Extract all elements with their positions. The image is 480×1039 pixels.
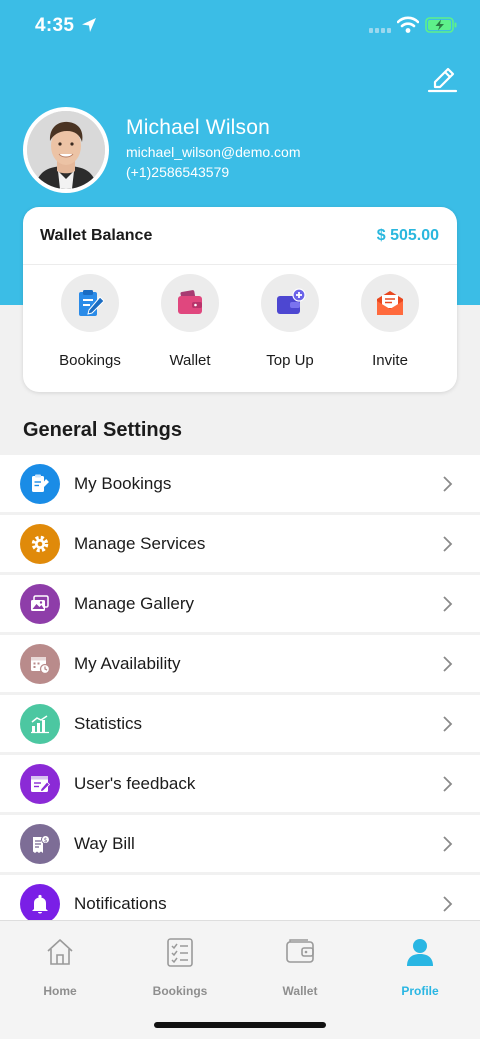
- quick-action-label: Bookings: [59, 352, 121, 369]
- settings-item-label: Manage Services: [74, 534, 206, 553]
- quick-action-label: Wallet: [169, 352, 211, 369]
- wallet-balance-label: Wallet Balance: [40, 227, 153, 244]
- quick-action-wallet-icon-bg: [161, 274, 219, 332]
- person-icon: [407, 939, 433, 966]
- tab-wallet[interactable]: Wallet: [240, 921, 360, 1009]
- wallet-icon: [178, 290, 202, 314]
- divider: [23, 264, 457, 265]
- settings-item-my-availability[interactable]: My Availability: [0, 635, 480, 692]
- settings-item-label: Notifications: [74, 894, 167, 913]
- edit-profile-button[interactable]: [426, 60, 458, 94]
- settings-item-label: Way Bill: [74, 834, 135, 853]
- settings-item-label: User's feedback: [74, 774, 196, 793]
- tab-profile[interactable]: Profile: [360, 921, 480, 1009]
- chevron-right-icon: [443, 536, 453, 552]
- wifi-icon: [397, 16, 419, 33]
- quick-action-wallet[interactable]: Wallet: [140, 274, 240, 382]
- settings-item-statistics[interactable]: Statistics: [0, 695, 480, 752]
- settings-item-label: Statistics: [74, 714, 143, 733]
- card-add-icon: [277, 288, 306, 314]
- envelope-icon: [377, 291, 403, 315]
- home-indicator: [154, 1022, 326, 1028]
- settings-item-users-feedback[interactable]: User's feedback: [0, 755, 480, 812]
- quick-action-invite-icon-bg: [361, 274, 419, 332]
- wallet-balance-amount: $ 505.00: [376, 227, 439, 244]
- quick-action-bookings[interactable]: Bookings: [40, 274, 140, 382]
- chevron-right-icon: [443, 476, 453, 492]
- status-time: 4:35: [35, 15, 75, 36]
- feedback-icon: [20, 764, 60, 804]
- quick-action-top-up-icon-bg: [261, 274, 319, 332]
- chevron-right-icon: [443, 836, 453, 852]
- section-title: General Settings: [23, 419, 182, 441]
- location-arrow-icon: [82, 18, 96, 32]
- settings-item-label: My Bookings: [74, 474, 172, 493]
- chevron-right-icon: [443, 896, 453, 912]
- tab-label: Home: [43, 984, 77, 998]
- gallery-icon: [20, 584, 60, 624]
- settings-item-my-bookings[interactable]: My Bookings: [0, 455, 480, 512]
- settings-item-label: Manage Gallery: [74, 594, 195, 613]
- profile-name: Michael Wilson: [126, 116, 271, 139]
- tab-label: Profile: [401, 984, 439, 998]
- settings-item-manage-gallery[interactable]: Manage Gallery: [0, 575, 480, 632]
- profile-phone: (+1)2586543579: [126, 164, 230, 180]
- settings-item-label: My Availability: [74, 654, 181, 673]
- clipboard-pen-icon: [20, 464, 60, 504]
- chevron-right-icon: [443, 596, 453, 612]
- status-bar: 4:35: [0, 0, 480, 54]
- settings-item-manage-services[interactable]: Manage Services: [0, 515, 480, 572]
- quick-action-label: Top Up: [266, 352, 314, 369]
- profile-email: michael_wilson@demo.com: [126, 144, 301, 160]
- chevron-right-icon: [443, 776, 453, 792]
- clipboard-pen-icon: [79, 290, 105, 316]
- quick-action-invite[interactable]: Invite: [340, 274, 440, 382]
- checklist-icon: [167, 938, 193, 967]
- calendar-clock-icon: [20, 644, 60, 684]
- bill-icon: $: [20, 824, 60, 864]
- tab-bookings[interactable]: Bookings: [120, 921, 240, 1009]
- avatar[interactable]: [23, 107, 109, 193]
- quick-action-label: Invite: [372, 352, 408, 369]
- tab-label: Bookings: [152, 984, 208, 998]
- gear-icon: [20, 524, 60, 564]
- wallet-card: Wallet Balance $ 505.00 Bookings Wallet: [23, 207, 457, 392]
- bar-chart-icon: [20, 704, 60, 744]
- tab-label: Wallet: [282, 984, 318, 998]
- home-icon: [47, 939, 73, 965]
- wallet-icon: [286, 939, 314, 963]
- tab-home[interactable]: Home: [0, 921, 120, 1009]
- quick-action-bookings-icon-bg: [61, 274, 119, 332]
- cellular-signal-icon: [369, 28, 391, 33]
- battery-charging-icon: [425, 17, 457, 33]
- bell-icon: [20, 884, 60, 924]
- chevron-right-icon: [443, 716, 453, 732]
- settings-item-way-bill[interactable]: $ Way Bill: [0, 815, 480, 872]
- quick-action-top-up[interactable]: Top Up: [240, 274, 340, 382]
- svg-text:$: $: [44, 837, 48, 844]
- chevron-right-icon: [443, 656, 453, 672]
- avatar-photo-icon: [27, 111, 105, 189]
